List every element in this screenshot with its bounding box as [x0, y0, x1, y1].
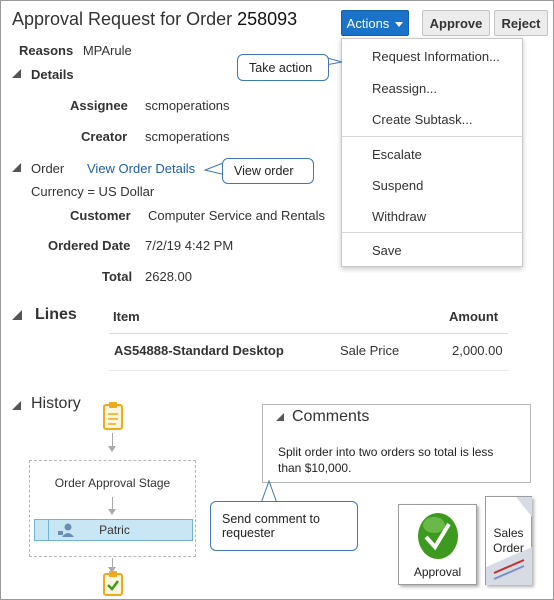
menu-separator [342, 136, 522, 137]
customer-label: Customer [70, 208, 131, 223]
reject-button[interactable]: Reject [494, 10, 548, 36]
menu-item-suspend[interactable]: Suspend [372, 178, 423, 193]
comments-panel: Comments Split order into two orders so … [262, 404, 531, 483]
lines-heading: Lines [35, 306, 77, 323]
approval-stage-box: Order Approval Stage Patric [29, 460, 196, 557]
column-header-amount: Amount [449, 309, 499, 324]
take-action-text: Take action [249, 60, 313, 75]
title-text: Approval Request for Order [12, 9, 233, 29]
menu-item-save[interactable]: Save [372, 243, 402, 258]
creator-value: scmoperations [145, 129, 230, 144]
menu-item-withdraw[interactable]: Withdraw [372, 209, 426, 224]
collapse-triangle-icon [12, 69, 21, 78]
creator-label: Creator [81, 129, 128, 144]
menu-item-create-subtask[interactable]: Create Subtask... [372, 112, 472, 127]
currency-text: Currency = US Dollar [31, 184, 155, 199]
line-item-amount: 2,000.00 [452, 343, 503, 358]
customer-value: Computer Service and Rentals [148, 208, 326, 223]
sales-order-badge: Sales Order [485, 496, 532, 585]
flow-arrow [108, 509, 116, 515]
collapse-triangle-icon [12, 310, 22, 320]
reasons-label: Reasons [19, 43, 74, 58]
line-item-name[interactable]: AS54888-Standard Desktop [114, 343, 284, 358]
menu-item-escalate[interactable]: Escalate [372, 147, 422, 162]
approval-label: Approval [413, 565, 462, 579]
sales-order-label-line1: Sales [493, 526, 524, 540]
collapse-triangle-icon [12, 163, 21, 172]
details-heading: Details [31, 67, 74, 82]
flow-arrow [108, 446, 116, 452]
stage-label: Order Approval Stage [54, 476, 171, 490]
assignee-value: scmoperations [145, 98, 230, 113]
reasons-value: MPArule [82, 43, 132, 58]
total-label: Total [102, 269, 133, 284]
history-heading: History [31, 395, 81, 412]
line-item-price-type: Sale Price [340, 343, 400, 358]
order-number: 258093 [237, 9, 298, 29]
ordered-date-label: Ordered Date [48, 238, 131, 253]
order-label: Order [31, 161, 65, 176]
table-divider [109, 370, 508, 371]
table-divider [109, 333, 508, 334]
collapse-triangle-icon[interactable] [276, 413, 284, 421]
actions-button[interactable]: Actions [341, 10, 409, 36]
actions-label: Actions [346, 15, 390, 31]
clipboard-check-icon [103, 571, 123, 596]
comment-text-line1: Split order into two orders so total is … [278, 445, 494, 459]
sales-order-label-line2: Order [493, 541, 524, 555]
lines-table: Item Amount AS54888-Standard Desktop Sal… [109, 300, 508, 371]
ordered-date-value: 7/2/19 4:42 PM [145, 238, 234, 253]
send-comment-callout: Send comment to requester [210, 501, 358, 551]
approve-label: Approve [429, 15, 483, 31]
chevron-down-icon [395, 21, 404, 27]
comment-text-line2: than $10,000. [278, 461, 352, 475]
collapse-triangle-icon [12, 401, 21, 410]
send-comment-text-line2: requester [222, 526, 275, 540]
participant-row[interactable]: Patric [34, 519, 193, 541]
flow-connector [112, 433, 113, 447]
view-order-callout: View order [222, 158, 314, 184]
approval-badge: Approval [398, 504, 477, 585]
view-order-text: View order [234, 164, 294, 178]
participant-name: Patric [99, 523, 130, 537]
clipboard-icon [103, 402, 123, 430]
column-header-item: Item [113, 309, 140, 324]
view-order-details-link[interactable]: View Order Details [87, 161, 195, 176]
menu-item-request-information[interactable]: Request Information... [372, 49, 500, 64]
send-comment-text-line1: Send comment to [222, 512, 320, 526]
menu-item-reassign[interactable]: Reassign... [372, 81, 437, 96]
menu-separator [342, 232, 522, 233]
comments-heading: Comments [292, 408, 370, 425]
reasons-row: Reasons MPArule [19, 43, 132, 58]
checkmark-icon [418, 513, 458, 559]
take-action-callout: Take action [237, 54, 329, 81]
total-value: 2628.00 [145, 269, 192, 284]
approve-button[interactable]: Approve [422, 10, 490, 36]
page-title: Approval Request for Order 258093 [12, 9, 297, 30]
assignee-label: Assignee [70, 98, 128, 113]
reject-label: Reject [501, 15, 541, 31]
actions-menu: Request Information... Reassign... Creat… [341, 38, 523, 267]
